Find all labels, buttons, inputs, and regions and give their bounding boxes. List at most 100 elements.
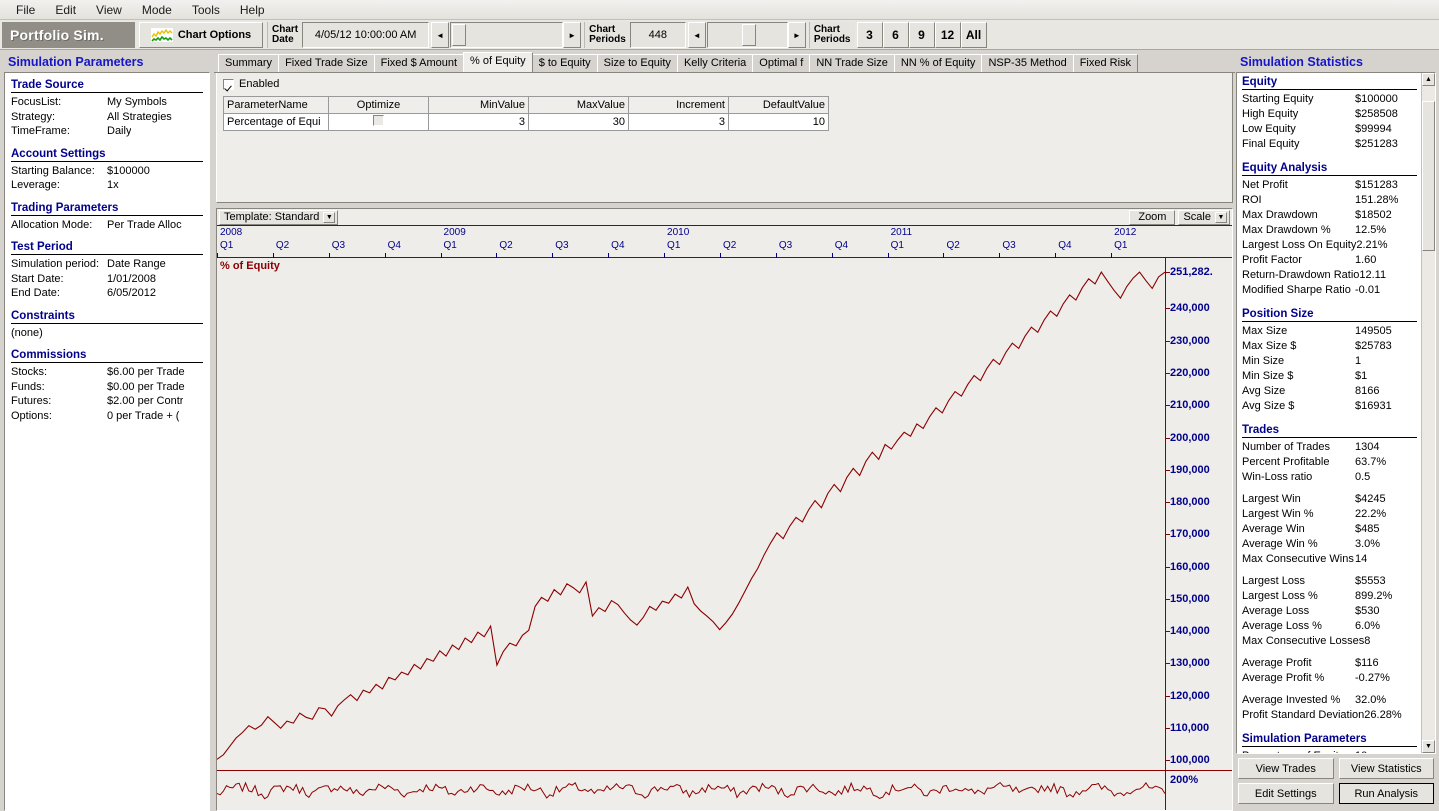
- tab-optimal-f[interactable]: Optimal f: [752, 54, 811, 72]
- axis-tick: [1166, 663, 1170, 665]
- period-button-9[interactable]: 9: [908, 22, 935, 48]
- chart-date-scroll-thumb[interactable]: [452, 24, 467, 46]
- statistics-actions: View Trades View Statistics Edit Setting…: [1236, 754, 1436, 811]
- stats-row-value: $530: [1355, 605, 1380, 617]
- stats-row-value: -0.27%: [1355, 672, 1390, 684]
- sidebar-group-title: Account Settings: [11, 147, 106, 160]
- sidebar-group-title: Commissions: [11, 349, 87, 361]
- cell-parameter-name[interactable]: Percentage of Equi: [223, 113, 329, 131]
- stats-row: Average Loss $530: [1242, 604, 1417, 619]
- stats-row-value: 32.0%: [1355, 694, 1387, 706]
- chart-date-scrollbar[interactable]: [450, 22, 564, 48]
- stats-row-value: 22.2%: [1355, 508, 1387, 520]
- chart-plot-area[interactable]: % of Equity: [217, 258, 1166, 770]
- simulation-statistics-panel: Simulation Statistics Equity Starting Equ…: [1235, 50, 1439, 811]
- main-content: Summary Fixed Trade Size Fixed $ Amount% o…: [214, 50, 1235, 811]
- chart-date-next-button[interactable]: ►: [563, 22, 582, 48]
- cell-min-value[interactable]: 3: [428, 113, 529, 131]
- period-button-12[interactable]: 12: [934, 22, 961, 48]
- cell-optimize[interactable]: [328, 113, 429, 131]
- stats-row-value: 14: [1355, 553, 1368, 565]
- position-sizing-tabs: Summary Fixed Trade Size Fixed $ Amount% o…: [214, 52, 1235, 73]
- cell-increment[interactable]: 3: [628, 113, 729, 131]
- stats-row-value: 151.28%: [1355, 194, 1399, 206]
- menu-item-edit[interactable]: Edit: [45, 1, 86, 19]
- cell-default-value[interactable]: 10: [728, 113, 829, 131]
- simulation-parameters-panel: Simulation Parameters Trade Source FocusL…: [0, 50, 214, 811]
- run-analysis-button[interactable]: Run Analysis: [1338, 783, 1434, 804]
- tab-summary[interactable]: Summary: [218, 54, 280, 72]
- stats-row: Profit Standard Deviation 26.28%: [1242, 708, 1417, 723]
- stats-row: Largest Win % 22.2%: [1242, 507, 1417, 522]
- statistics-scrollbar[interactable]: ▲ ▼: [1421, 73, 1435, 753]
- tab-fixed-trade-size[interactable]: Fixed Trade Size: [278, 54, 375, 72]
- tab-to-equity[interactable]: $ to Equity: [531, 54, 598, 72]
- chart-options-button[interactable]: Chart Options: [139, 22, 263, 48]
- enabled-checkbox[interactable]: [223, 78, 234, 90]
- statistics-scroll-thumb[interactable]: [1422, 101, 1435, 251]
- stats-row: Modified Sharpe Ratio -0.01: [1242, 283, 1417, 298]
- view-statistics-button[interactable]: View Statistics: [1338, 758, 1434, 779]
- view-trades-button[interactable]: View Trades: [1238, 758, 1334, 779]
- chart-periods-scrollbar[interactable]: [706, 22, 788, 48]
- stats-row: Final Equity $251283: [1242, 137, 1417, 152]
- invested-percent-plot[interactable]: [217, 771, 1166, 810]
- sidebar-row: Options: 0 per Trade + (: [11, 409, 203, 424]
- menu-item-mode[interactable]: Mode: [132, 1, 182, 19]
- menu-item-file[interactable]: File: [6, 1, 45, 19]
- table-row[interactable]: Percentage of Equi 3 30 3 10: [223, 113, 829, 131]
- chart-periods-prev-button[interactable]: ◄: [687, 22, 706, 48]
- stats-row-value: 12.11: [1359, 269, 1387, 281]
- optimize-checkbox[interactable]: [373, 115, 384, 126]
- stats-row: Low Equity $99994: [1242, 122, 1417, 137]
- tab-fixed-amount[interactable]: Fixed $ Amount: [373, 54, 465, 72]
- tab-kelly-criteria[interactable]: Kelly Criteria: [676, 54, 754, 72]
- period-button-all[interactable]: All: [960, 22, 987, 48]
- stats-row-value: 8166: [1355, 385, 1380, 397]
- menu-item-tools[interactable]: Tools: [182, 1, 230, 19]
- stats-row: Win-Loss ratio 0.5: [1242, 470, 1417, 485]
- stats-group-title: Trades: [1242, 424, 1280, 436]
- period-button-3[interactable]: 3: [856, 22, 883, 48]
- chart-periods-scroll-thumb[interactable]: [741, 24, 756, 46]
- stats-row: Average Profit % -0.27%: [1242, 671, 1417, 686]
- sidebar-row-value: $6.00 per Trade: [107, 366, 185, 378]
- axis-tick: [1166, 502, 1170, 504]
- chart-date-value[interactable]: 4/05/12 10:00:00 AM: [302, 22, 430, 48]
- menu-item-help[interactable]: Help: [230, 1, 275, 19]
- equity-curve: [217, 258, 1165, 770]
- simulation-parameters-title: Simulation Parameters: [8, 55, 144, 69]
- scale-select[interactable]: Scale ▼: [1178, 209, 1230, 225]
- chart-periods-value[interactable]: 448: [629, 22, 686, 48]
- edit-settings-button[interactable]: Edit Settings: [1238, 783, 1334, 804]
- chart-date-prev-button[interactable]: ◄: [431, 22, 450, 48]
- parameter-grid[interactable]: ParameterName Optimize MinValue MaxValue…: [223, 96, 829, 131]
- stats-row-value: 2.21%: [1356, 239, 1388, 251]
- tab-nsp-35-method[interactable]: NSP-35 Method: [981, 54, 1074, 72]
- scroll-up-icon[interactable]: ▲: [1422, 73, 1435, 86]
- stats-row-value: $485: [1355, 523, 1380, 535]
- tab-nn-of-equity[interactable]: NN % of Equity: [893, 54, 983, 72]
- menu-item-view[interactable]: View: [86, 1, 132, 19]
- axis-y-label: 120,000: [1170, 689, 1210, 702]
- tab-of-equity[interactable]: % of Equity: [463, 52, 533, 72]
- stats-row-label: Min Size: [1242, 355, 1285, 367]
- axis-y-label: 210,000: [1170, 399, 1210, 412]
- chart-periods-next-button[interactable]: ►: [787, 22, 806, 48]
- axis-tick: [1166, 631, 1170, 633]
- chevron-down-icon[interactable]: ▼: [1215, 211, 1227, 223]
- divider: [11, 322, 203, 324]
- stats-row-value: 3.0%: [1355, 538, 1381, 550]
- period-button-6[interactable]: 6: [882, 22, 909, 48]
- axis-quarter-label: Q4: [1058, 240, 1072, 252]
- zoom-button[interactable]: Zoom: [1129, 209, 1176, 225]
- cell-max-value[interactable]: 30: [528, 113, 629, 131]
- chevron-down-icon[interactable]: ▼: [323, 211, 336, 223]
- tab-size-to-equity[interactable]: Size to Equity: [596, 54, 678, 72]
- scroll-down-icon[interactable]: ▼: [1422, 740, 1435, 753]
- template-select[interactable]: Template: Standard ▼: [219, 209, 339, 225]
- axis-quarter-label: Q3: [331, 240, 346, 252]
- main-toolbar: Portfolio Sim. Chart Options Chart Date …: [0, 20, 1439, 50]
- tab-nn-trade-size[interactable]: NN Trade Size: [809, 54, 895, 72]
- tab-fixed-risk[interactable]: Fixed Risk: [1072, 54, 1139, 72]
